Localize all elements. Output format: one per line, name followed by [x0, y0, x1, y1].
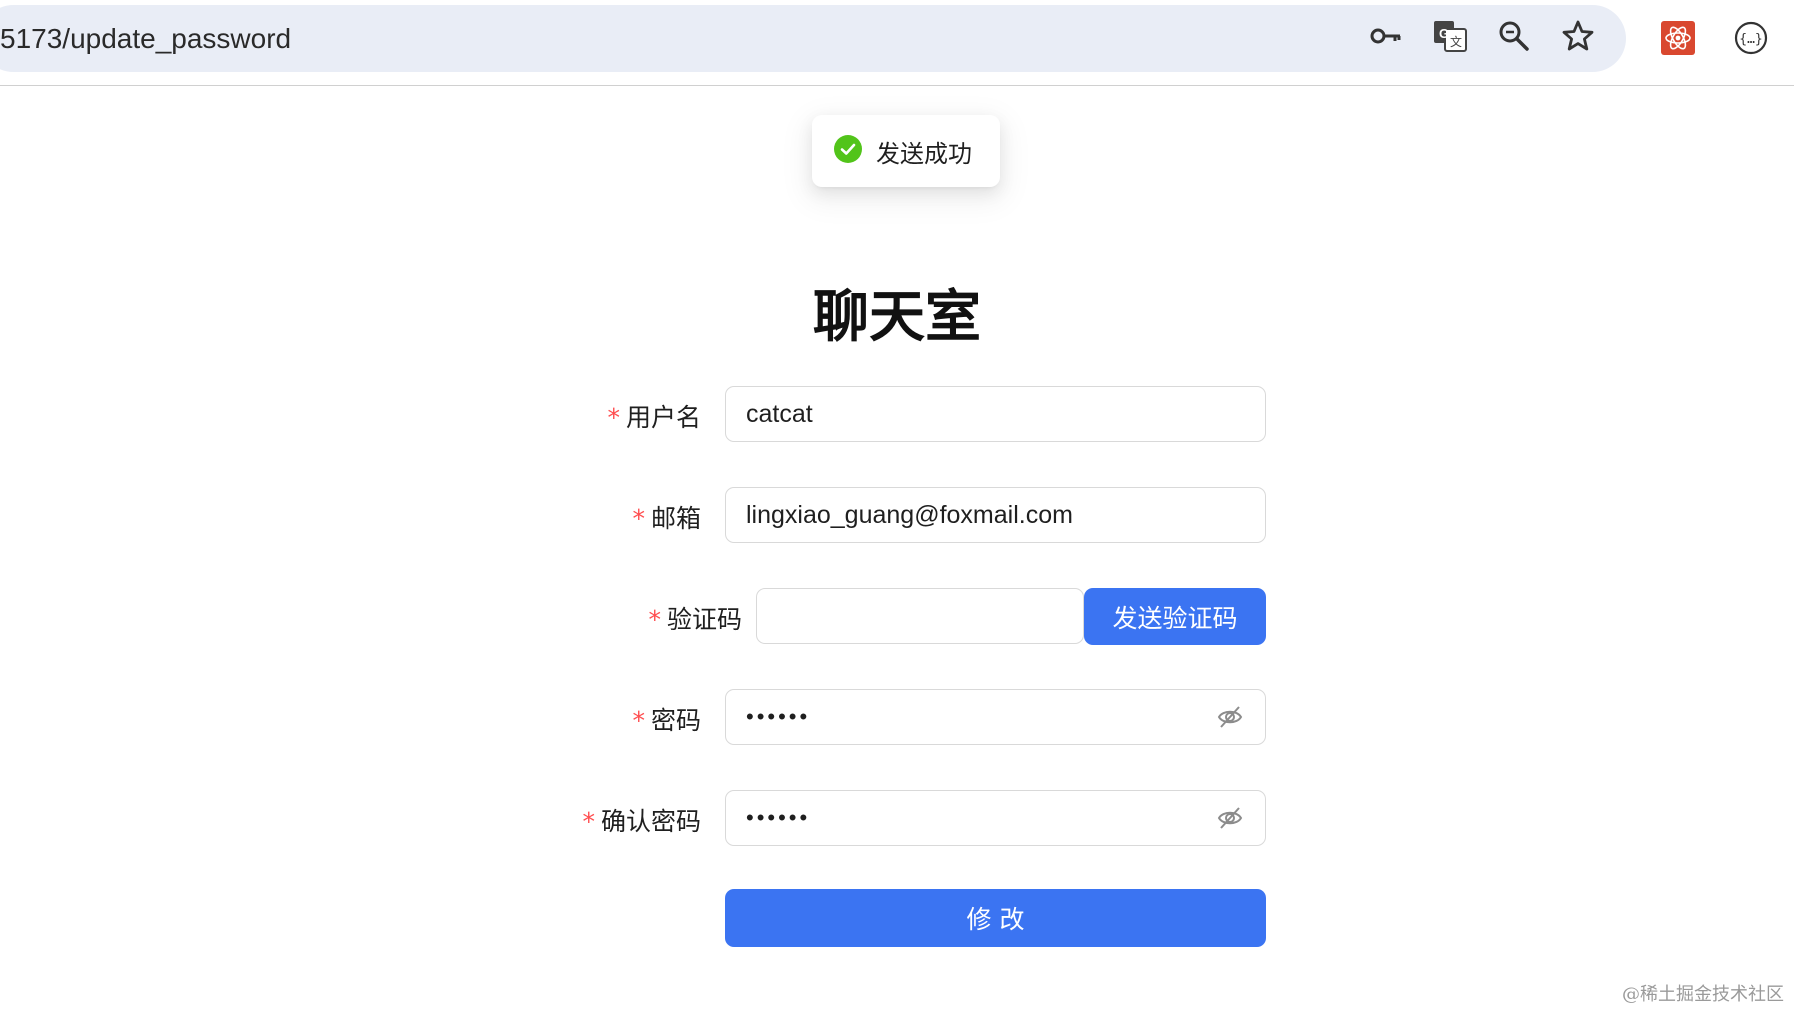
translate-icon[interactable]: G 文	[1432, 18, 1468, 54]
success-toast: 发送成功	[812, 115, 1000, 187]
page-title: 聊天室	[813, 285, 981, 350]
username-label: * 用户名	[607, 403, 701, 432]
required-mark: *	[632, 706, 645, 735]
watermark: @稀土掘金技术社区	[1622, 984, 1784, 1005]
username-input[interactable]	[746, 399, 1245, 429]
send-captcha-button[interactable]: 发送验证码	[1084, 588, 1266, 645]
react-devtools-extension-icon[interactable]	[1660, 20, 1696, 56]
username-field[interactable]	[725, 386, 1266, 442]
email-field[interactable]	[725, 487, 1266, 543]
captcha-input[interactable]	[777, 601, 1063, 631]
required-mark: *	[648, 605, 661, 634]
url-text[interactable]: 5173/update_password	[0, 23, 291, 55]
zoom-icon[interactable]	[1496, 18, 1532, 54]
bookmark-star-icon[interactable]	[1560, 18, 1596, 54]
toast-text: 发送成功	[876, 139, 972, 168]
confirm-password-label: * 确认密码	[582, 807, 701, 836]
svg-text:文: 文	[1450, 34, 1462, 49]
key-icon[interactable]	[1368, 18, 1404, 54]
browser-toolbar: 5173/update_password G 文 {…}	[0, 0, 1794, 86]
captcha-label: * 验证码	[648, 605, 742, 634]
password-label: * 密码	[632, 706, 701, 735]
eye-invisible-icon[interactable]	[1215, 803, 1245, 833]
captcha-field[interactable]	[756, 588, 1084, 644]
password-field[interactable]	[725, 689, 1266, 745]
required-mark: *	[632, 504, 645, 533]
required-mark: *	[582, 807, 595, 836]
check-circle-icon	[834, 135, 862, 167]
email-input[interactable]	[746, 500, 1245, 530]
confirm-password-field[interactable]	[725, 790, 1266, 846]
svg-text:G: G	[1439, 26, 1449, 41]
confirm-password-input[interactable]	[746, 805, 1215, 831]
eye-invisible-icon[interactable]	[1215, 702, 1245, 732]
required-mark: *	[607, 403, 620, 432]
svg-text:{…}: {…}	[1739, 32, 1762, 47]
password-input[interactable]	[746, 704, 1215, 730]
submit-button[interactable]: 修 改	[725, 889, 1266, 947]
json-viewer-extension-icon[interactable]: {…}	[1733, 20, 1769, 56]
email-label: * 邮箱	[632, 504, 701, 533]
